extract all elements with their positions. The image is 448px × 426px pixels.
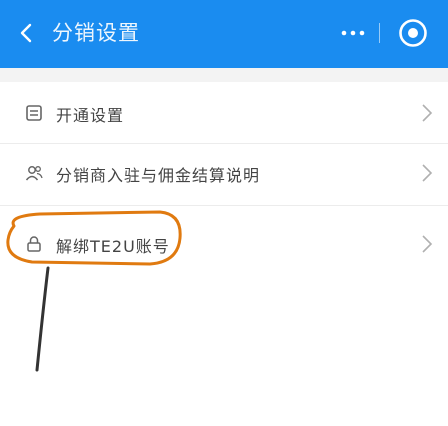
settings-item-open[interactable]: 开通设置 bbox=[0, 82, 448, 144]
page-title: 分销设置 bbox=[52, 21, 140, 45]
chevron-right-icon bbox=[422, 104, 433, 122]
section-gap bbox=[0, 68, 448, 82]
lock-icon bbox=[27, 236, 41, 252]
more-icon[interactable] bbox=[340, 28, 366, 38]
chevron-right-icon bbox=[422, 235, 433, 253]
app-header: 分销设置 bbox=[0, 0, 448, 68]
header-divider bbox=[379, 23, 380, 43]
users-icon bbox=[25, 166, 43, 181]
close-target-icon[interactable] bbox=[397, 17, 429, 49]
settings-item-commission[interactable]: 分销商入驻与佣金结算说明 bbox=[0, 144, 448, 206]
settings-item-unbind[interactable]: 解绑TE2U账号 bbox=[0, 206, 448, 268]
row-label: 开通设置 bbox=[56, 106, 125, 125]
row-label: 解绑TE2U账号 bbox=[56, 237, 170, 256]
chevron-right-icon bbox=[422, 164, 433, 182]
back-icon[interactable] bbox=[16, 22, 38, 44]
row-label: 分销商入驻与佣金结算说明 bbox=[56, 166, 261, 185]
document-icon bbox=[26, 105, 42, 121]
annotation-arrow-stroke bbox=[35, 266, 50, 372]
